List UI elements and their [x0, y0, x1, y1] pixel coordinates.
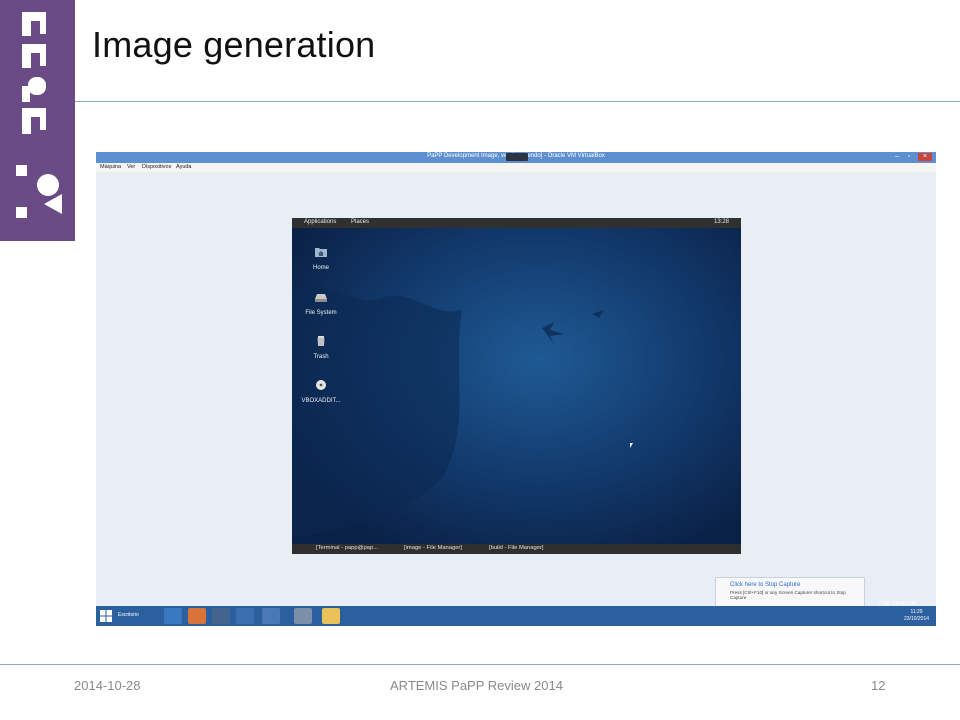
app-icon[interactable] [188, 608, 206, 624]
desktop-icon-label: Trash [313, 354, 329, 360]
folder-icon [315, 248, 327, 257]
task-terminal[interactable]: [Terminal - papp@pap... [316, 545, 378, 551]
papp-logo-band [0, 0, 75, 241]
desktop-icon-label: File System [305, 310, 337, 316]
virtualbox-menubar: Máquina Ver Dispositivos Ayuda [96, 163, 936, 172]
desktop-wallpaper [292, 218, 741, 554]
places-menu[interactable]: Places [351, 219, 369, 225]
footer-date: 2014-10-28 [74, 678, 141, 693]
app-icon[interactable] [212, 608, 230, 624]
virtualbox-taskbar-icon[interactable] [294, 608, 312, 624]
app-icon[interactable] [262, 608, 280, 624]
guest-top-panel: Applications Places 13:28 [292, 218, 741, 228]
windows-clock[interactable]: 11:29 23/10/2014 [904, 609, 929, 623]
disc-icon [316, 380, 326, 390]
desktop-icon-label: VBOXADDIT... [301, 398, 341, 404]
menu-ayuda[interactable]: Ayuda [176, 164, 192, 170]
drive-icon [315, 294, 327, 302]
task-image-file-manager[interactable]: [image - File Manager] [404, 545, 462, 551]
title-divider [75, 101, 960, 102]
windows-start-icon[interactable] [99, 609, 113, 623]
windows-time: 11:29 [910, 609, 923, 615]
internet-explorer-icon[interactable] [164, 608, 182, 624]
ctrl-derecha-label: CTRL DERECHA [878, 601, 917, 607]
capture-notification[interactable]: Click here to Stop Capture Press [Ctrl+F… [715, 577, 865, 609]
trash-icon [317, 336, 325, 346]
slide-title: Image generation [92, 24, 376, 65]
guest-desktop: Applications Places 13:28 Home File Syst… [292, 218, 741, 554]
menu-ver[interactable]: Ver [127, 164, 135, 170]
guest-clock[interactable]: 13:28 [714, 219, 729, 225]
desktop-icon-file-system[interactable]: File System [301, 290, 341, 316]
desktop-icon-vboxadditions[interactable]: VBOXADDIT... [301, 378, 341, 404]
virtualbox-screenshot: PaPP Development Image, versio orriendo]… [96, 152, 936, 626]
page-number: 12 [871, 678, 886, 693]
guest-taskbar: [Terminal - papp@pap... [image - File Ma… [292, 544, 741, 554]
desktop-icon-home[interactable]: Home [301, 245, 341, 271]
menu-maquina[interactable]: Máquina [100, 164, 121, 170]
windows-date: 23/10/2014 [904, 616, 930, 622]
file-explorer-icon[interactable] [322, 608, 340, 624]
mouse-pointer-icon [630, 443, 633, 448]
desktop-icon-label: Home [312, 265, 329, 271]
notification-text: Press [Ctrl+F10] or any Screen Capturer … [730, 590, 846, 600]
papp-logo [16, 12, 62, 218]
footer-title: ARTEMIS PaPP Review 2014 [390, 678, 563, 693]
desktop-icon-trash[interactable]: Trash [301, 334, 341, 360]
app-icon[interactable] [236, 608, 254, 624]
minimize-button[interactable]: – [892, 153, 902, 161]
menu-dispositivos[interactable]: Dispositivos [142, 164, 171, 170]
task-build-file-manager[interactable]: [build - File Manager] [489, 545, 543, 551]
close-button[interactable]: × [918, 153, 932, 161]
title-redaction [506, 153, 528, 161]
escritorio-label[interactable]: Escritorio [118, 612, 139, 618]
notification-title[interactable]: Click here to Stop Capture [730, 582, 800, 588]
footer-divider [0, 664, 960, 665]
applications-menu[interactable]: Applications [304, 219, 336, 225]
maximize-button[interactable]: ▫ [904, 153, 914, 161]
windows-taskbar: Escritorio CTRL DERECHA 11:29 23/10/2014 [96, 601, 936, 626]
virtualbox-titlebar: PaPP Development Image, versio orriendo]… [96, 152, 936, 163]
